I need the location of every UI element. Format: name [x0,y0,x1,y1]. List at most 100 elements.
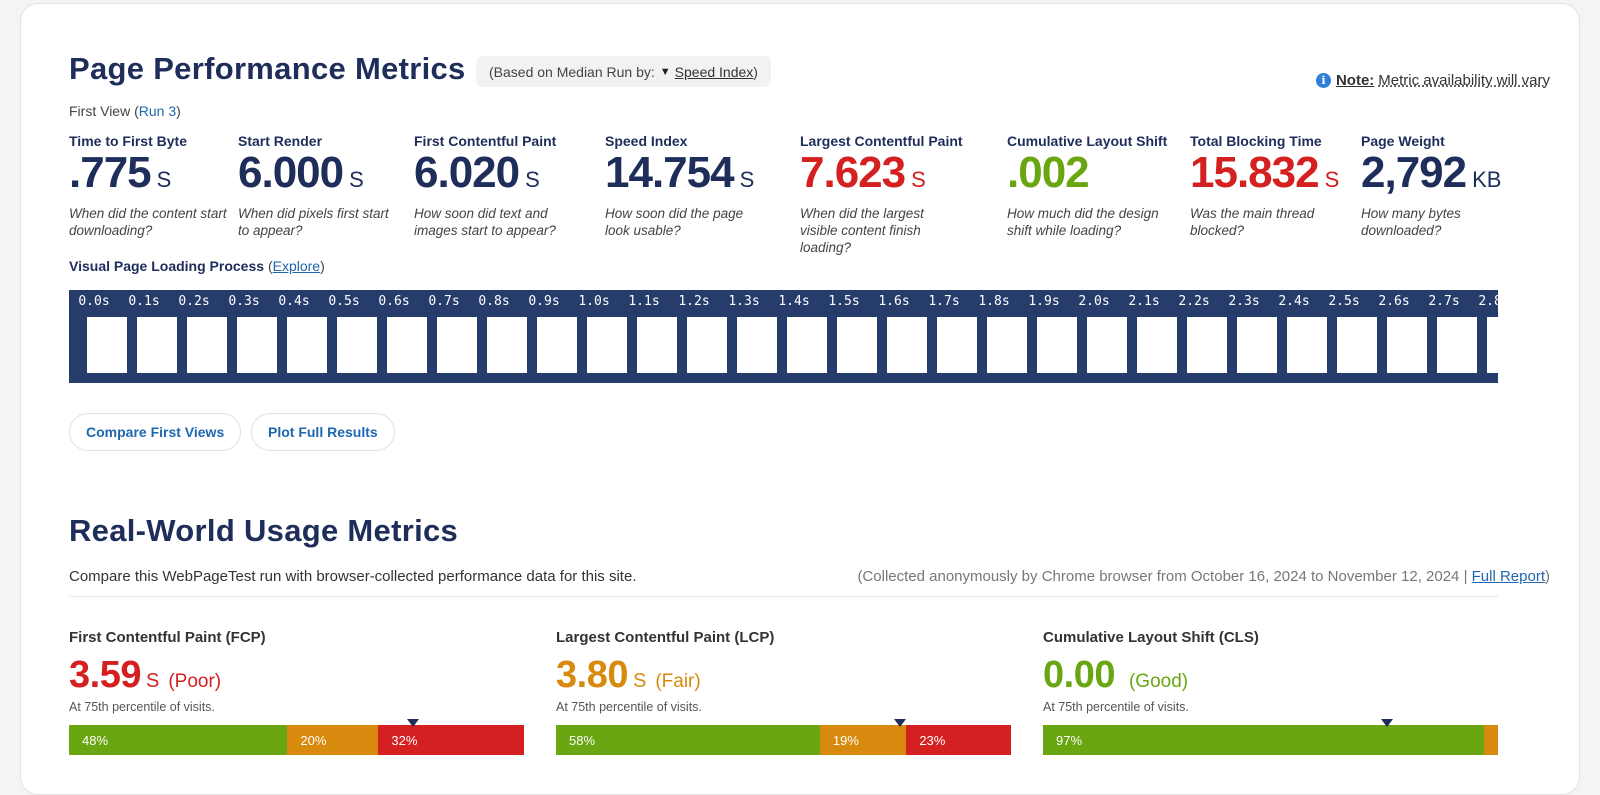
metric-unit: S [739,167,755,192]
crux-card: First Contentful Paint (FCP) 3.59 S (Poor) A… [69,629,524,755]
filmstrip-frame[interactable]: 2.1s [1119,290,1177,383]
metric-lcp: Largest Contentful Paint 7.623 S When did… [800,133,965,256]
frame-time: 0.6s [378,294,410,309]
filmstrip-frame[interactable]: 0.1s [119,290,177,383]
metric-ttfb: Time to First Byte .775 S When did the co… [69,133,234,239]
metric-tbt: Total Blocking Time 15.832 S Was the main… [1190,133,1355,239]
filmstrip-frame[interactable]: 2.3s [1219,290,1277,383]
metric-value: 6.000 [238,148,344,197]
crux-rating: (Good) [1128,671,1189,692]
frame-time: 1.4s [778,294,810,309]
filmstrip-frame[interactable]: 2.7s [1419,290,1477,383]
divider [69,596,1498,597]
filmstrip-frame[interactable]: 0.9s [519,290,577,383]
metric-desc: When did pixels first start to appear? [238,206,389,238]
frame-time: 2.8s [1478,294,1498,309]
metric-value: .775 [69,148,152,197]
crux-label: Cumulative Layout Shift (CLS) [1043,629,1259,646]
metric-desc: How soon did the page look usable? [605,206,744,238]
filmstrip-frame[interactable]: 1.0s [569,290,627,383]
frame-time: 0.1s [128,294,160,309]
frame-thumbnail[interactable] [1487,317,1498,373]
frame-time: 1.2s [678,294,710,309]
frame-time: 2.4s [1278,294,1310,309]
p75-marker-icon [893,719,906,727]
frame-time: 2.1s [1128,294,1160,309]
filmstrip-frame[interactable]: 1.9s [1019,290,1077,383]
visual-title-text: Visual Page Loading Process [69,258,265,274]
crux-unit: S [145,670,160,692]
crux-percentile: At 75th percentile of visits. [69,700,215,714]
metric-desc: How much did the design shift while load… [1007,206,1159,238]
metric-unit: S [525,167,540,192]
metric-unit: S [156,167,172,192]
metric-unit: S [349,167,364,192]
metric-desc: When did the content start downloading? [69,206,227,238]
filmstrip-frame[interactable]: 0.2s [169,290,227,383]
metric-label: Page Weight [1361,133,1445,149]
crux-card: Largest Contentful Paint (LCP) 3.80 S (Fair… [556,629,1011,755]
metric-value: 14.754 [605,148,735,197]
p75-marker-icon [406,719,419,727]
metric-page-weight: Page Weight 2,792 KB How many bytes downl… [1361,133,1526,239]
crux-label: First Contentful Paint (FCP) [69,629,266,646]
filmstrip-frame[interactable]: 2.4s [1269,290,1327,383]
frame-time: 0.4s [278,294,310,309]
frame-time: 0.2s [178,294,210,309]
crux-value: 3.80 [556,654,628,696]
median-metric-link[interactable]: Speed Index [675,64,754,80]
filmstrip-frame[interactable]: 2.2s [1169,290,1227,383]
frame-time: 0.9s [528,294,560,309]
crux-value: 3.59 [69,654,141,696]
filmstrip-frame[interactable]: 0.4s [269,290,327,383]
rum-title: Real-World Usage Metrics [69,513,459,548]
filmstrip-frame[interactable]: 0.5s [319,290,377,383]
bar-segment-good: 97% [1043,725,1485,755]
filmstrip-frame[interactable]: 2.6s [1369,290,1427,383]
frame-time: 2.2s [1178,294,1210,309]
frame-time: 2.6s [1378,294,1410,309]
filmstrip-frame[interactable]: 0.3s [219,290,277,383]
filmstrip-frame[interactable]: 1.5s [819,290,877,383]
metric-desc: When did the largest visible content fin… [800,206,924,255]
filmstrip-frame[interactable]: 2.0s [1069,290,1127,383]
filmstrip-frame[interactable]: 2.5s [1319,290,1377,383]
filmstrip-frame[interactable]: 1.1s [619,290,677,383]
metric-value: .002 [1007,148,1090,197]
filmstrip-frame[interactable]: 0.8s [469,290,527,383]
run-link[interactable]: Run 3 [139,103,176,119]
filmstrip[interactable]: 0.0s 0.1s 0.2s 0.3s 0.4s 0.5s 0.6s 0.7s 0.8s 0.9s… [69,290,1498,383]
full-report-link[interactable]: Full Report [1472,568,1545,585]
crux-card: Cumulative Layout Shift (CLS) 0.00 (Good) A… [1043,629,1498,755]
metric-label: Time to First Byte [69,133,187,149]
metric-value: 7.623 [800,148,906,197]
explore-link[interactable]: Explore [273,258,320,274]
filmstrip-frame[interactable]: 1.7s [919,290,977,383]
filmstrip-frame[interactable]: 0.0s [69,290,127,383]
p75-marker-icon [1380,719,1393,727]
filmstrip-frame[interactable]: 1.2s [669,290,727,383]
metric-cls: Cumulative Layout Shift .002 How much di… [1007,133,1172,239]
compare-first-views-button[interactable]: Compare First Views [69,413,242,451]
frame-time: 0.5s [328,294,360,309]
filmstrip-frame[interactable]: 1.6s [869,290,927,383]
note-text[interactable]: Metric availability will vary [1378,72,1550,89]
frame-time: 1.6s [878,294,910,309]
frame-time: 1.5s [828,294,860,309]
filmstrip-frame[interactable]: 0.7s [419,290,477,383]
bar-segment-fair: 20% [287,725,379,755]
frame-time: 2.3s [1228,294,1260,309]
median-run-selector[interactable]: (Based on Median Run by: ▼ Speed Index ) [476,56,771,87]
filmstrip-frame[interactable]: 0.6s [369,290,427,383]
filmstrip-frame[interactable]: 1.8s [969,290,1027,383]
metric-desc: Was the main thread blocked? [1190,206,1315,238]
plot-full-results-button[interactable]: Plot Full Results [251,413,395,451]
median-suffix: ) [753,63,758,80]
bar-segment-good: 48% [69,725,288,755]
note-label: Note: [1335,72,1375,89]
filmstrip-frame[interactable]: 2.8s [1469,290,1498,383]
bar-segment-fair [1484,725,1498,755]
perf-title: Page Performance Metrics [69,51,466,86]
filmstrip-frame[interactable]: 1.4s [769,290,827,383]
filmstrip-frame[interactable]: 1.3s [719,290,777,383]
